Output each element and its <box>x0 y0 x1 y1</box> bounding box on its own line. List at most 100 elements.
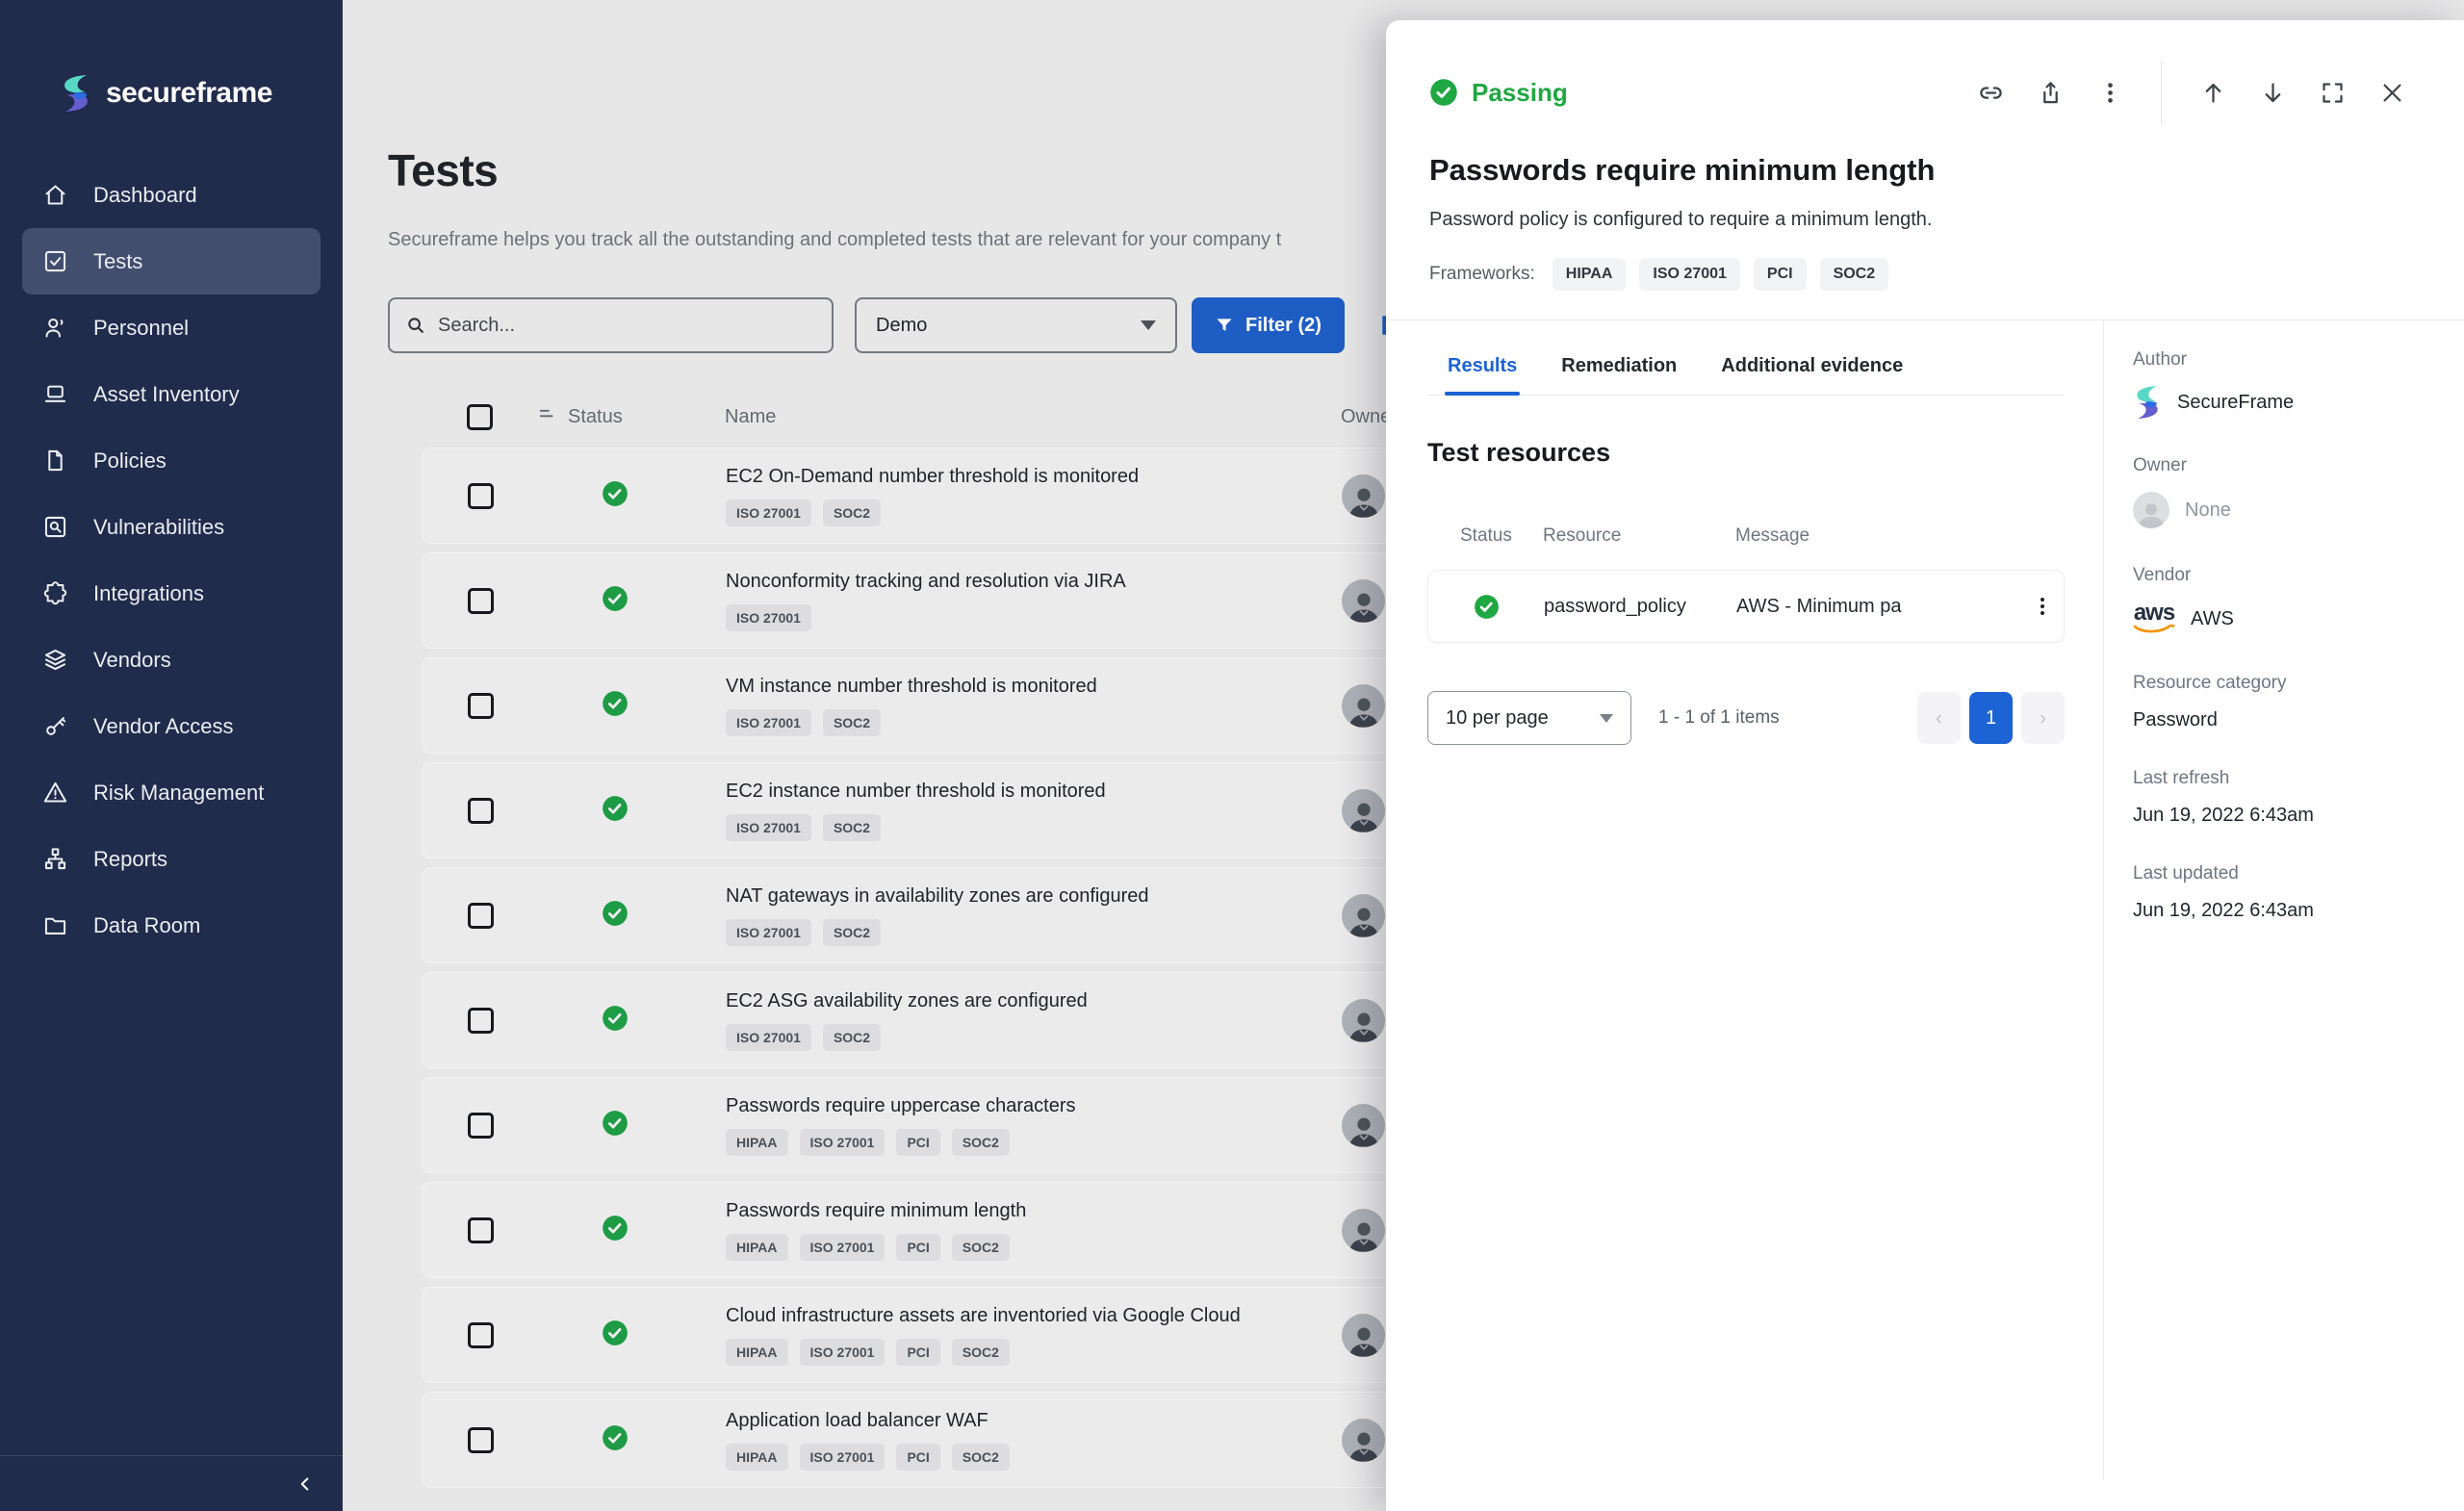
table-row[interactable]: Passwords require uppercase charactersHI… <box>422 1077 1538 1173</box>
current-page-button[interactable]: 1 <box>1969 692 2013 744</box>
tab-additional-evidence[interactable]: Additional evidence <box>1718 347 1906 395</box>
framework-badge: HIPAA <box>726 1444 788 1471</box>
status-badge: Passing <box>1429 78 1568 108</box>
framework-badge: ISO 27001 <box>1639 258 1740 291</box>
sidebar-item-vulnerabilities[interactable]: Vulnerabilities <box>22 494 321 560</box>
select-all-checkbox[interactable] <box>467 404 493 430</box>
share-button[interactable] <box>2036 78 2065 107</box>
row-checkbox[interactable] <box>468 1113 494 1139</box>
passing-status-icon <box>602 585 629 617</box>
row-checkbox[interactable] <box>468 798 494 824</box>
framework-badge: PCI <box>896 1444 939 1471</box>
table-row[interactable]: EC2 ASG availability zones are configure… <box>422 972 1538 1068</box>
sidebar-item-reports[interactable]: Reports <box>22 826 321 892</box>
framework-badge: ISO 27001 <box>726 709 811 736</box>
filter-button[interactable]: Filter (2) <box>1192 297 1345 353</box>
row-checkbox[interactable] <box>468 1008 494 1034</box>
next-page-button[interactable]: › <box>2021 692 2065 744</box>
resource-message: AWS - Minimum pa <box>1736 596 2021 618</box>
tab-results[interactable]: Results <box>1445 347 1520 395</box>
owner-avatar <box>1342 1104 1385 1147</box>
sort-icon[interactable] <box>537 403 558 430</box>
author-value: SecureFrame <box>2177 392 2294 414</box>
resource-category-value: Password <box>2133 709 2435 731</box>
framework-badges: ISO 27001SOC2 <box>726 814 1289 841</box>
sidebar-item-vendors[interactable]: Vendors <box>22 627 321 693</box>
aws-smile-icon <box>2133 625 2175 636</box>
sidebar-item-risk-management[interactable]: Risk Management <box>22 759 321 826</box>
sidebar-item-label: Personnel <box>93 316 189 341</box>
row-checkbox[interactable] <box>468 1427 494 1453</box>
owner-avatar <box>1342 1419 1385 1462</box>
table-row[interactable]: EC2 On-Demand number threshold is monito… <box>422 448 1538 544</box>
table-row[interactable]: Application load balancer WAFHIPAAISO 27… <box>422 1392 1538 1488</box>
table-row[interactable]: NAT gateways in availability zones are c… <box>422 867 1538 963</box>
sidebar-item-label: Data Room <box>93 913 200 938</box>
aws-logo: aws <box>2133 602 2175 636</box>
row-checkbox[interactable] <box>468 588 494 614</box>
resource-row[interactable]: password_policyAWS - Minimum pa <box>1427 570 2065 643</box>
sidebar-item-tests[interactable]: Tests <box>22 228 321 295</box>
sidebar-item-vendor-access[interactable]: Vendor Access <box>22 693 321 759</box>
sidebar-item-data-room[interactable]: Data Room <box>22 892 321 959</box>
row-checkbox[interactable] <box>468 903 494 929</box>
sidebar-item-policies[interactable]: Policies <box>22 427 321 494</box>
close-drawer-button[interactable] <box>2377 78 2406 107</box>
sidebar-item-asset-inventory[interactable]: Asset Inventory <box>22 361 321 427</box>
column-header-name[interactable]: Name <box>691 406 1288 428</box>
framework-badge: ISO 27001 <box>726 1024 811 1051</box>
more-options-button[interactable] <box>2095 78 2124 107</box>
framework-select[interactable]: Demo <box>855 297 1177 353</box>
owner-avatar <box>1342 579 1385 623</box>
tab-remediation[interactable]: Remediation <box>1558 347 1680 395</box>
table-row[interactable]: Passwords require minimum lengthHIPAAISO… <box>422 1182 1538 1278</box>
per-page-select[interactable]: 10 per page <box>1427 691 1631 745</box>
row-checkbox[interactable] <box>468 1217 494 1243</box>
owner-value: None <box>2185 499 2231 522</box>
row-checkbox[interactable] <box>468 483 494 509</box>
resource-table-header: Status Resource Message <box>1427 525 2065 547</box>
sidebar-item-integrations[interactable]: Integrations <box>22 560 321 627</box>
previous-page-button[interactable]: ‹ <box>1917 692 1961 744</box>
resource-column-resource: Resource <box>1543 525 1735 547</box>
framework-badge: PCI <box>896 1129 939 1156</box>
sidebar-item-label: Dashboard <box>93 183 197 208</box>
table-row[interactable]: VM instance number threshold is monitore… <box>422 657 1538 754</box>
owner-avatar <box>1342 1314 1385 1357</box>
author-label: Author <box>2133 349 2435 371</box>
app-root: secureframe DashboardTestsPersonnelAsset… <box>0 0 2464 1511</box>
framework-badge: SOC2 <box>952 1444 1010 1471</box>
previous-test-button[interactable] <box>2198 78 2227 107</box>
resource-column-message: Message <box>1735 525 2022 547</box>
framework-badge: SOC2 <box>823 919 881 946</box>
resource-options-button[interactable] <box>2021 595 2064 618</box>
framework-badge: ISO 27001 <box>726 604 811 631</box>
pagination-range: 1 - 1 of 1 items <box>1658 707 1780 729</box>
table-row[interactable]: EC2 instance number threshold is monitor… <box>422 762 1538 858</box>
search-box[interactable] <box>388 297 834 353</box>
sidebar-item-personnel[interactable]: Personnel <box>22 295 321 361</box>
copy-link-button[interactable] <box>1976 78 2005 107</box>
arrow-up-icon <box>2200 80 2226 106</box>
next-test-button[interactable] <box>2258 78 2287 107</box>
table-row[interactable]: Nonconformity tracking and resolution vi… <box>422 552 1538 649</box>
passing-status-icon <box>602 480 629 512</box>
expand-button[interactable] <box>2318 78 2347 107</box>
row-checkbox[interactable] <box>468 693 494 719</box>
test-description: Password policy is configured to require… <box>1429 209 2406 231</box>
per-page-value: 10 per page <box>1446 707 1549 730</box>
sidebar-collapse-button[interactable] <box>289 1468 321 1500</box>
test-name: EC2 On-Demand number threshold is monito… <box>726 466 1289 488</box>
passing-status-icon <box>602 1424 629 1456</box>
framework-badge: HIPAA <box>726 1234 788 1261</box>
test-name: Nonconformity tracking and resolution vi… <box>726 571 1289 593</box>
search-input[interactable] <box>438 315 804 337</box>
passing-status-icon <box>602 1110 629 1141</box>
framework-badge: SOC2 <box>823 1024 881 1051</box>
passing-status-icon <box>602 1215 629 1246</box>
framework-badge: SOC2 <box>823 814 881 841</box>
table-row[interactable]: Cloud infrastructure assets are inventor… <box>422 1287 1538 1383</box>
row-checkbox[interactable] <box>468 1322 494 1348</box>
column-header-status[interactable]: Status <box>568 406 623 428</box>
sidebar-item-dashboard[interactable]: Dashboard <box>22 162 321 228</box>
